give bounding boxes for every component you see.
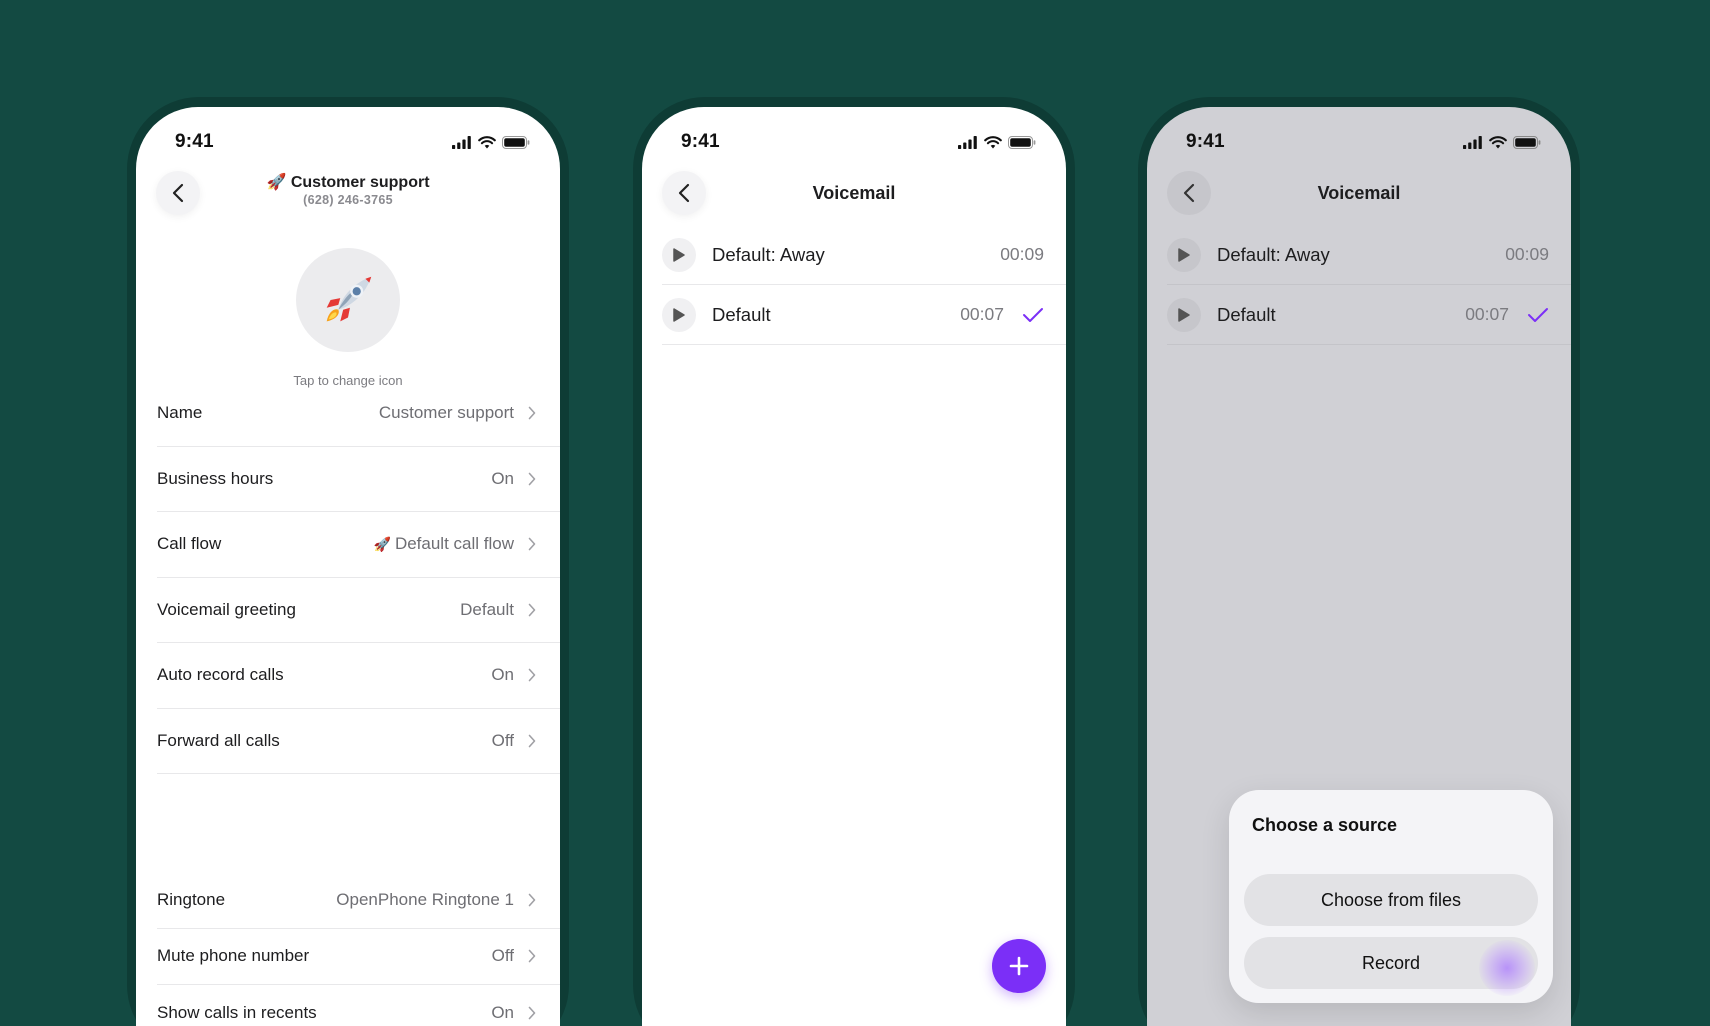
choose-source-screen: 9:41 Voicemail Default: Away 00:09 Defau… [1147, 107, 1571, 1026]
chevron-right-icon [528, 603, 536, 617]
page-title: Voicemail [812, 183, 896, 203]
choose-from-files-button[interactable]: Choose from files [1244, 874, 1538, 926]
list-item[interactable]: Default 00:07 [1167, 285, 1571, 345]
status-time: 9:41 [175, 131, 214, 152]
signal-icon [1463, 135, 1482, 149]
rocket-icon: 🚀 [266, 174, 287, 191]
rocket-icon: 🚀 [373, 535, 391, 552]
status-time: 9:41 [1186, 131, 1225, 152]
wifi-icon [1489, 135, 1507, 148]
list-item[interactable]: Default 00:07 [662, 285, 1066, 345]
status-bar: 9:41 [1186, 129, 1541, 155]
play-button[interactable] [662, 237, 696, 272]
chevron-right-icon [528, 406, 536, 420]
avatar-icon-button[interactable] [296, 248, 400, 352]
list-item[interactable]: Default: Away 00:09 [662, 225, 1066, 285]
phone-frame-voicemail: 9:41 Voicemail Default: Away 00:09 Defau… [633, 97, 1075, 1026]
wifi-icon [984, 135, 1002, 148]
setting-row-voicemail-greeting[interactable]: Voicemail greeting Default [157, 578, 560, 643]
play-button[interactable] [662, 297, 696, 332]
status-bar: 9:41 [681, 129, 1036, 155]
setting-row-show-recents[interactable]: Show calls in recents On [157, 985, 560, 1026]
play-icon [1178, 247, 1190, 262]
setting-row-ringtone[interactable]: Ringtone OpenPhone Ringtone 1 [157, 872, 560, 929]
checkmark-icon [1022, 307, 1044, 323]
play-icon [673, 247, 685, 262]
phone-frame-choose-source: 9:41 Voicemail Default: Away 00:09 Defau… [1138, 97, 1580, 1026]
chevron-right-icon [528, 893, 536, 907]
setting-row-auto-record[interactable]: Auto record calls On [157, 643, 560, 709]
rocket-icon [326, 276, 372, 322]
battery-icon [1008, 135, 1036, 149]
nav-bar: 🚀 Customer support (628) 246-3765 [156, 165, 540, 221]
nav-bar: Voicemail [1167, 165, 1551, 221]
checkmark-icon [1527, 307, 1549, 323]
plus-icon [1009, 956, 1029, 976]
voicemail-list: Default: Away 00:09 Default 00:07 [1167, 225, 1571, 345]
add-voicemail-button[interactable] [992, 939, 1046, 993]
chevron-right-icon [528, 668, 536, 682]
nav-bar: Voicemail [662, 165, 1046, 221]
phone-frame-settings: 9:41 🚀 Customer support (628) 246-3765 T… [127, 97, 569, 1026]
chevron-right-icon [528, 472, 536, 486]
voicemail-screen: 9:41 Voicemail Default: Away 00:09 Defau… [642, 107, 1066, 1026]
setting-row-business-hours[interactable]: Business hours On [157, 447, 560, 512]
signal-icon [452, 135, 471, 149]
sheet-title: Choose a source [1252, 815, 1398, 835]
setting-row-call-flow[interactable]: Call flow 🚀 Default call flow [157, 512, 560, 578]
status-bar: 9:41 [175, 129, 530, 155]
battery-icon [1513, 135, 1541, 149]
settings-list: Name Customer support Business hours On … [157, 381, 560, 774]
voicemail-list: Default: Away 00:09 Default 00:07 [662, 225, 1066, 345]
setting-row-name[interactable]: Name Customer support [157, 381, 560, 447]
battery-icon [502, 135, 530, 149]
play-button[interactable] [1167, 297, 1201, 332]
play-icon [1178, 307, 1190, 322]
page-title-text: Customer support [290, 174, 430, 191]
page-title: Voicemail [1317, 183, 1401, 203]
list-item[interactable]: Default: Away 00:09 [1167, 225, 1571, 285]
page-title: 🚀 Customer support (628) 246-3765 [156, 172, 540, 207]
chevron-right-icon [528, 734, 536, 748]
chevron-right-icon [528, 537, 536, 551]
status-time: 9:41 [681, 131, 720, 152]
choose-source-sheet: Choose a source Choose from files Record [1229, 790, 1553, 1003]
wifi-icon [478, 135, 496, 148]
settings-screen: 9:41 🚀 Customer support (628) 246-3765 T… [136, 107, 560, 1026]
signal-icon [958, 135, 977, 149]
setting-row-forward-calls[interactable]: Forward all calls Off [157, 709, 560, 774]
play-icon [673, 307, 685, 322]
touch-indicator [1479, 940, 1535, 996]
phone-number: (628) 246-3765 [303, 193, 393, 207]
settings-list-secondary: Ringtone OpenPhone Ringtone 1 Mute phone… [157, 872, 560, 1026]
chevron-right-icon [528, 1006, 536, 1020]
chevron-right-icon [528, 949, 536, 963]
setting-row-mute-number[interactable]: Mute phone number Off [157, 929, 560, 985]
play-button[interactable] [1167, 237, 1201, 272]
